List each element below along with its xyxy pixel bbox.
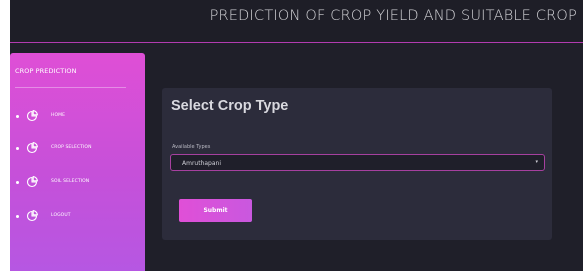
sidebar-item-label: LOGOUT xyxy=(51,213,71,218)
sidebar-title: CROP PREDICTION xyxy=(15,67,77,75)
card-title: Select Crop Type xyxy=(171,98,289,114)
sidebar-item-home[interactable]: HOME xyxy=(16,110,136,124)
sidebar-divider xyxy=(15,87,126,88)
caret-down-icon: ▾ xyxy=(535,159,538,165)
sidebar-item-soil-selection[interactable]: SOIL SELECTION xyxy=(16,176,136,190)
sidebar-item-label: CROP SELECTION xyxy=(51,145,92,150)
bullet-dot xyxy=(16,181,19,184)
available-types-label: Available Types xyxy=(172,144,211,150)
crop-type-card: Select Crop Type Available Types Amrutha… xyxy=(162,88,552,240)
bullet-dot xyxy=(16,147,19,150)
pie-chart-icon xyxy=(26,176,38,188)
crop-type-select[interactable]: Amruthapani ▾ xyxy=(170,154,545,171)
sidebar-item-crop-selection[interactable]: CROP SELECTION xyxy=(16,142,136,156)
sidebar-item-label: HOME xyxy=(51,113,66,118)
header: PREDICTION OF CROP YIELD AND SUITABLE CR… xyxy=(10,0,583,43)
pie-chart-icon xyxy=(26,110,38,122)
bullet-dot xyxy=(16,215,19,218)
bullet-dot xyxy=(16,115,19,118)
app-window: PREDICTION OF CROP YIELD AND SUITABLE CR… xyxy=(10,0,583,271)
page-title: PREDICTION OF CROP YIELD AND SUITABLE CR… xyxy=(209,8,577,24)
sidebar-item-logout[interactable]: LOGOUT xyxy=(16,210,136,224)
sidebar: CROP PREDICTION HOME CROP SELECTION SOIL… xyxy=(10,53,145,271)
sidebar-item-label: SOIL SELECTION xyxy=(51,179,90,184)
select-value: Amruthapani xyxy=(182,160,222,167)
pie-chart-icon xyxy=(26,210,38,222)
submit-button[interactable]: Submit xyxy=(179,199,252,222)
pie-chart-icon xyxy=(26,142,38,154)
